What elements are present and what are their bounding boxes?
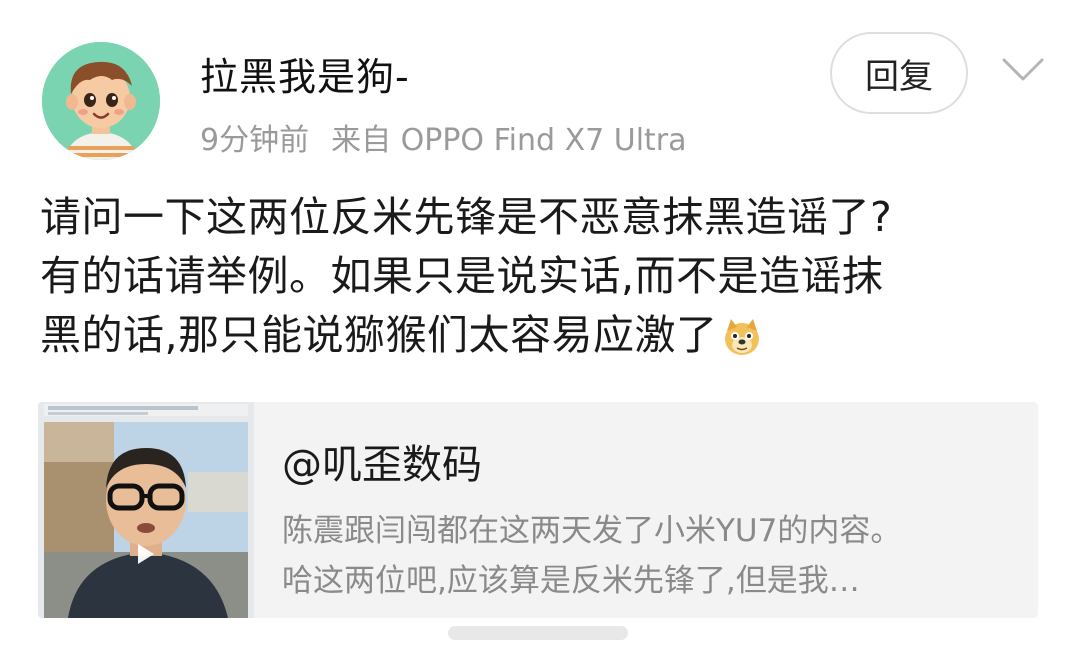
chevron-down-icon[interactable] — [1000, 52, 1046, 88]
watermark-bar — [448, 626, 628, 640]
repost-text-line: 哈这两位吧,应该算是反米先锋了,但是我… — [282, 563, 860, 599]
post-text-line-last: 黑的话,那只能说猕猴们太容易应激了 — [40, 306, 1040, 373]
reply-button[interactable]: 回复 — [830, 32, 968, 114]
repost-text-line: 陈震跟闫闯都在这两天发了小米YU7的内容。 — [282, 513, 902, 549]
post-text-line: 黑的话,那只能说猕猴们太容易应激了 — [40, 311, 718, 359]
repost-card[interactable]: @叽歪数码 陈震跟闫闯都在这两天发了小米YU7的内容。 哈这两位吧,应该算是反米… — [38, 402, 1038, 618]
repost-excerpt: 陈震跟闫闯都在这两天发了小米YU7的内容。 哈这两位吧,应该算是反米先锋了,但是… — [282, 506, 1022, 606]
post-source: 来自 OPPO Find X7 Ultra — [331, 123, 687, 158]
post-time: 9分钟前 — [200, 123, 310, 158]
video-thumbnail[interactable] — [38, 402, 254, 618]
repost-author[interactable]: @叽歪数码 — [282, 432, 482, 490]
post-text-line: 请问一下这两位反米先锋是不恶意抹黑造谣了? — [40, 193, 893, 241]
username[interactable]: 拉黑我是狗- — [200, 46, 410, 101]
post-meta: 9分钟前 来自 OPPO Find X7 Ultra — [200, 115, 687, 159]
cartoon-boy-avatar-icon — [42, 42, 160, 160]
video-thumbnail-image — [38, 402, 254, 618]
doge-emoji-icon — [722, 314, 762, 373]
post-body: 请问一下这两位反米先锋是不恶意抹黑造谣了? 有的话请举例。如果只是说实话,而不是… — [40, 188, 1040, 373]
avatar[interactable] — [42, 42, 160, 160]
post-text-line: 有的话请举例。如果只是说实话,而不是造谣抹 — [40, 252, 884, 300]
